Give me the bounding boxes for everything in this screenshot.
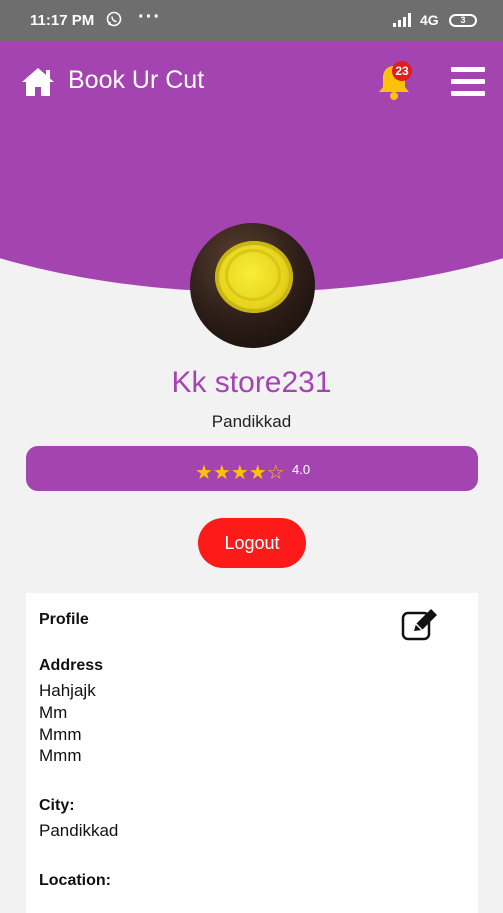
address-line: Mmm (39, 725, 82, 744)
network-type: 4G (420, 12, 439, 28)
menu-icon-line (451, 79, 485, 84)
status-bar: 11:17 PM ··· 4G 3 (0, 0, 503, 42)
battery-icon: 3 (449, 14, 477, 27)
rating-stars-icon: ★★★★☆ (195, 462, 285, 484)
whatsapp-icon (106, 11, 122, 27)
city-label: City: (39, 797, 75, 814)
store-name: Kk store231 (171, 366, 332, 399)
location-label: Location: (39, 872, 111, 889)
app-title: Book Ur Cut (68, 66, 205, 94)
edit-icon[interactable] (400, 607, 440, 643)
more-notifications-icon: ··· (138, 6, 161, 28)
logout-button[interactable]: Logout (198, 518, 306, 568)
menu-icon-line (451, 67, 485, 72)
menu-icon[interactable] (451, 67, 485, 97)
status-time: 11:17 PM (30, 12, 95, 29)
home-icon[interactable] (20, 66, 56, 98)
profile-section-title: Profile (39, 611, 89, 628)
signal-icon (393, 13, 411, 27)
rating-value: 4.0 (292, 462, 311, 477)
address-label: Address (39, 657, 104, 674)
menu-icon-line (451, 91, 485, 96)
notification-badge: 23 (392, 61, 412, 81)
city-value: Pandikkad (39, 821, 119, 840)
store-avatar (190, 223, 315, 348)
avatar-image-content (215, 241, 293, 313)
store-location: Pandikkad (211, 412, 292, 431)
address-line: Mm (39, 703, 68, 722)
address-line: Mmm (39, 746, 82, 765)
address-line: Hahjajk (39, 681, 96, 700)
